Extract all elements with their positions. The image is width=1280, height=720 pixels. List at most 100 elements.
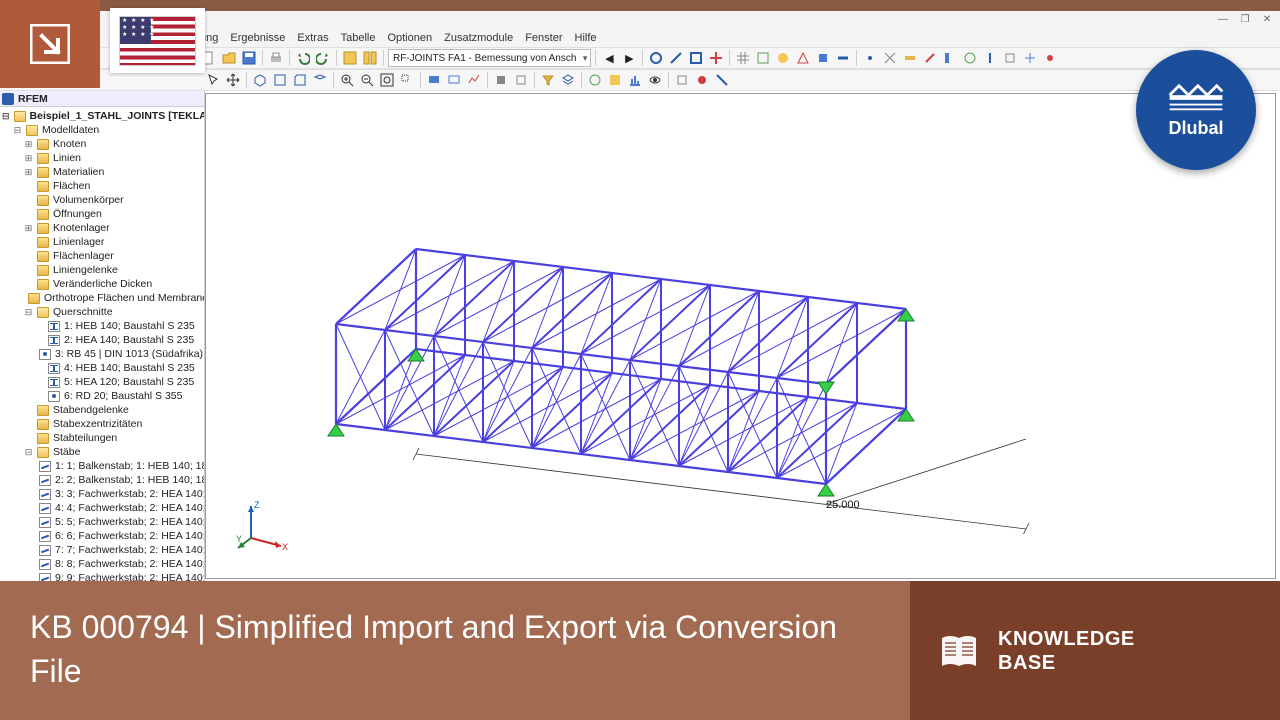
tree-row[interactable]: Liniengelenke <box>2 263 204 277</box>
tb-zoom-fit-icon[interactable] <box>378 71 396 89</box>
tree-row[interactable]: Öffnungen <box>2 207 204 221</box>
tree-row[interactable]: ⊞Linien <box>2 151 204 165</box>
tb-display-icon[interactable] <box>425 71 443 89</box>
tb-misc-icon[interactable] <box>693 71 711 89</box>
tb-render-icon[interactable] <box>492 71 510 89</box>
tb-misc-icon[interactable] <box>713 71 731 89</box>
tree-row[interactable]: ⊞Knoten <box>2 137 204 151</box>
menu-item[interactable]: Hilfe <box>575 32 597 44</box>
tb-tool-icon[interactable] <box>921 49 939 67</box>
tb-misc-icon[interactable] <box>646 71 664 89</box>
tb-redo-icon[interactable] <box>314 49 332 67</box>
tb-misc-icon[interactable] <box>606 71 624 89</box>
tree-row[interactable]: ⊟Beispiel_1_STAHL_JOINTS [TEKLA_2020] <box>2 109 204 123</box>
tb-wire-icon[interactable] <box>512 71 530 89</box>
tree-row[interactable]: Stabteilungen <box>2 431 204 445</box>
tb-tool-icon[interactable] <box>647 49 665 67</box>
tb-open-icon[interactable] <box>220 49 238 67</box>
tb-tool-icon[interactable] <box>981 49 999 67</box>
menu-item[interactable]: Extras <box>297 32 328 44</box>
tb-tool-icon[interactable] <box>814 49 832 67</box>
tb-tool-icon[interactable] <box>707 49 725 67</box>
tree-row[interactable]: 3: RB 45 | DIN 1013 (Südafrika); Bau <box>2 347 204 361</box>
tree-row[interactable]: Flächen <box>2 179 204 193</box>
tree-row[interactable]: 2: 2; Balkenstab; 1: HEB 140; 180.0 °; <box>2 473 204 487</box>
tb-tool-icon[interactable] <box>881 49 899 67</box>
tree-row[interactable]: 9: 9; Fachwerkstab; 2: HEA 140; -270 <box>2 571 204 581</box>
menu-item[interactable]: Zusatzmodule <box>444 32 513 44</box>
tree-row[interactable]: Flächenlager <box>2 249 204 263</box>
tree-row[interactable]: 1: 1; Balkenstab; 1: HEB 140; 180.0 °; <box>2 459 204 473</box>
tb-zoom-window-icon[interactable] <box>398 71 416 89</box>
tb-nav-left-icon[interactable]: ◀ <box>600 49 618 67</box>
tree-row[interactable]: ⊞Materialien <box>2 165 204 179</box>
tree-row[interactable]: 3: 3; Fachwerkstab; 2: HEA 140; -270 <box>2 487 204 501</box>
tb-save-icon[interactable] <box>240 49 258 67</box>
tb-display-icon[interactable] <box>465 71 483 89</box>
tb-misc-icon[interactable] <box>626 71 644 89</box>
tb-cursor-icon[interactable] <box>204 71 222 89</box>
tb-iso-icon[interactable] <box>251 71 269 89</box>
tb-tool-icon[interactable] <box>687 49 705 67</box>
tree-row[interactable]: 8: 8; Fachwerkstab; 2: HEA 140; -270 <box>2 557 204 571</box>
tb-tool-icon[interactable] <box>774 49 792 67</box>
tree-row[interactable]: 5: HEA 120; Baustahl S 235 <box>2 375 204 389</box>
tb-grid-icon[interactable] <box>734 49 752 67</box>
menu-item[interactable]: Ergebnisse <box>230 32 285 44</box>
module-combo[interactable]: RF-JOINTS FA1 - Bemessung von Ansch <box>388 49 591 67</box>
tb-misc-icon[interactable] <box>586 71 604 89</box>
model-viewport[interactable]: 25.000 Z X Y <box>205 93 1276 579</box>
language-flag[interactable] <box>110 8 205 73</box>
tb-tool-icon[interactable] <box>1001 49 1019 67</box>
tree-row[interactable]: Orthotrope Flächen und Membranen <box>2 291 204 305</box>
menu-item[interactable]: Tabelle <box>341 32 376 44</box>
tb-display-icon[interactable] <box>445 71 463 89</box>
tb-tool-icon[interactable] <box>1041 49 1059 67</box>
tree-row[interactable]: 4: 4; Fachwerkstab; 2: HEA 140; -270 <box>2 501 204 515</box>
tree-row[interactable]: 7: 7; Fachwerkstab; 2: HEA 140; -270 <box>2 543 204 557</box>
tb-tool-icon[interactable] <box>941 49 959 67</box>
tb-zoom-out-icon[interactable] <box>358 71 376 89</box>
tree-row[interactable]: Volumenkörper <box>2 193 204 207</box>
tree-row[interactable]: 6: RD 20; Baustahl S 355 <box>2 389 204 403</box>
tb-side-icon[interactable] <box>291 71 309 89</box>
tb-view1-icon[interactable] <box>341 49 359 67</box>
tb-filter-icon[interactable] <box>539 71 557 89</box>
tree-row[interactable]: 4: HEB 140; Baustahl S 235 <box>2 361 204 375</box>
tb-view2-icon[interactable] <box>361 49 379 67</box>
tree-row[interactable]: ⊟Modelldaten <box>2 123 204 137</box>
tb-top-icon[interactable] <box>311 71 329 89</box>
menu-item[interactable]: Optionen <box>387 32 432 44</box>
tb-tool-icon[interactable] <box>861 49 879 67</box>
tb-print-icon[interactable] <box>267 49 285 67</box>
tree-row[interactable]: ⊟Querschnitte <box>2 305 204 319</box>
tree-row[interactable]: ⊞Knotenlager <box>2 221 204 235</box>
tb-tool-icon[interactable] <box>794 49 812 67</box>
tb-tool-icon[interactable] <box>667 49 685 67</box>
tb-nav-right-icon[interactable]: ▶ <box>620 49 638 67</box>
tree-row[interactable]: 1: HEB 140; Baustahl S 235 <box>2 319 204 333</box>
tree-row[interactable]: Veränderliche Dicken <box>2 277 204 291</box>
window-minimize-button[interactable]: — <box>1212 11 1234 27</box>
tb-front-icon[interactable] <box>271 71 289 89</box>
tb-layer-icon[interactable] <box>559 71 577 89</box>
tb-misc-icon[interactable] <box>673 71 691 89</box>
project-navigator[interactable]: RFEM ⊟Beispiel_1_STAHL_JOINTS [TEKLA_202… <box>0 91 205 581</box>
tree-row[interactable]: 2: HEA 140; Baustahl S 235 <box>2 333 204 347</box>
tb-tool-icon[interactable] <box>834 49 852 67</box>
tb-tool-icon[interactable] <box>901 49 919 67</box>
window-close-button[interactable]: ✕ <box>1256 11 1278 27</box>
menu-item[interactable]: Fenster <box>525 32 562 44</box>
tb-tool-icon[interactable] <box>754 49 772 67</box>
window-maximize-button[interactable]: ❐ <box>1234 11 1256 27</box>
tb-tool-icon[interactable] <box>961 49 979 67</box>
tb-tool-icon[interactable] <box>1021 49 1039 67</box>
tree-row[interactable]: Stabexzentrizitäten <box>2 417 204 431</box>
tb-zoom-in-icon[interactable] <box>338 71 356 89</box>
tb-undo-icon[interactable] <box>294 49 312 67</box>
tree-row[interactable]: Linienlager <box>2 235 204 249</box>
tree-row[interactable]: 5: 5; Fachwerkstab; 2: HEA 140; -270 <box>2 515 204 529</box>
tree-row[interactable]: 6: 6; Fachwerkstab; 2: HEA 140; -270 <box>2 529 204 543</box>
tb-move-icon[interactable] <box>224 71 242 89</box>
tree-row[interactable]: ⊟Stäbe <box>2 445 204 459</box>
